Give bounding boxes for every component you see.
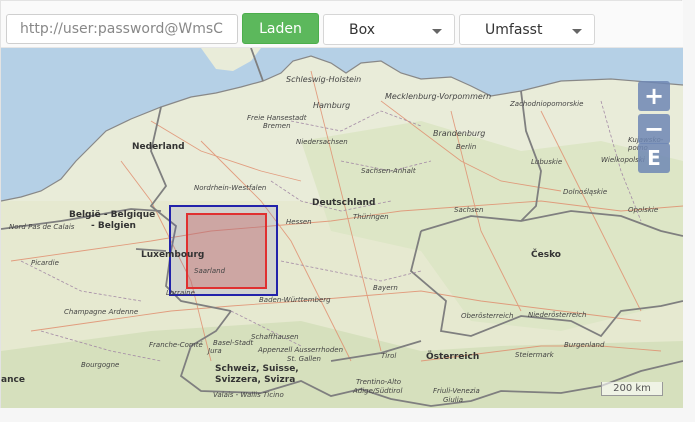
spatial-relation-value: Umfasst: [485, 22, 543, 38]
map-label: Bourgogne: [81, 361, 120, 369]
map-label: Österreich: [426, 352, 480, 362]
selection-type-select[interactable]: Box: [323, 14, 455, 45]
map-label: Hessen: [286, 218, 312, 226]
map-label: Svizzera, Svizra: [215, 375, 296, 385]
scale-bar: 200 km: [601, 382, 663, 396]
toolbar: Laden Box Umfasst: [1, 1, 683, 48]
map-widget: Laden Box Umfasst: [0, 0, 683, 408]
map-label: Valais - Wallis: [213, 391, 261, 399]
map-canvas[interactable]: Schleswig-Holstein Hamburg Mecklenburg-V…: [1, 48, 683, 408]
map-label: St. Gallen: [287, 355, 321, 363]
map-label: Baden-Württemberg: [259, 296, 331, 304]
map-label: Tirol: [381, 352, 397, 360]
map-label: Lorraine: [166, 289, 195, 297]
map-label: Zachodniopomorskie: [510, 100, 584, 108]
map-label: Thüringen: [353, 213, 389, 221]
map-label: Saarland: [194, 267, 226, 275]
load-button[interactable]: Laden: [242, 13, 319, 44]
map-label: Freie Hansestadt: [247, 114, 307, 122]
map-label: Mecklenburg-Vorpommern: [385, 92, 492, 101]
zoom-in-button[interactable]: +: [638, 81, 670, 111]
spatial-relation-select[interactable]: Umfasst: [459, 14, 595, 45]
map-label: Dolnośląskie: [563, 188, 608, 196]
chevron-down-icon: [572, 29, 582, 34]
map-label: Luxembourg: [141, 250, 205, 260]
map-label: Trentino-Alto: [356, 378, 402, 386]
map-label: Jura: [208, 347, 222, 355]
map-label: Schaffhausen: [251, 333, 299, 341]
map-label: België - Belgique: [69, 210, 156, 220]
zoom-extent-button[interactable]: E: [638, 143, 670, 173]
zoom-out-button[interactable]: −: [638, 114, 670, 144]
map-label: Niedersachsen: [296, 138, 348, 146]
map-label: Nordrhein-Westfalen: [194, 184, 267, 192]
map-label: Steiermark: [515, 351, 554, 359]
wms-url-input[interactable]: [6, 14, 238, 44]
map-label: Picardie: [31, 259, 59, 267]
map-label: - Belgien: [91, 221, 136, 231]
map-label: Adige/Südtirol: [353, 387, 403, 395]
map-label: Sachsen-Anhalt: [361, 167, 416, 175]
map-label: Nord Pas de Calais: [9, 223, 75, 231]
map-label: Franche-Comté: [149, 341, 203, 349]
map-label: Opolskie: [628, 206, 659, 214]
map-label: Champagne Ardenne: [64, 308, 139, 316]
map-label: Česko: [531, 250, 561, 260]
map-label: Niederösterreich: [528, 311, 587, 319]
map-label: Appenzell Ausserrhoden: [258, 346, 344, 354]
map-label: Hamburg: [313, 101, 351, 110]
map-label: Schleswig-Holstein: [286, 75, 362, 84]
map-label: Brandenburg: [433, 129, 486, 138]
map-label: Sachsen: [454, 206, 484, 214]
map-label: Burgenland: [564, 341, 605, 349]
selection-type-value: Box: [349, 22, 376, 38]
map-label: Lubuskie: [531, 158, 563, 166]
map-label: Deutschland: [312, 198, 376, 208]
map-label: Ticino: [263, 391, 284, 399]
map-label: Oberösterreich: [461, 312, 514, 320]
map-label: Basel-Stadt: [213, 339, 254, 347]
map-label: Bremen: [263, 122, 291, 130]
map-label: Giulia: [443, 396, 463, 404]
map-label: ance: [1, 375, 25, 385]
chevron-down-icon: [432, 29, 442, 34]
map-label: Nederland: [132, 142, 185, 152]
map-label: Berlin: [456, 143, 477, 151]
map-label: Friuli-Venezia: [433, 387, 480, 395]
map-label: Bayern: [373, 284, 398, 292]
map-label: Schweiz, Suisse,: [215, 364, 299, 374]
